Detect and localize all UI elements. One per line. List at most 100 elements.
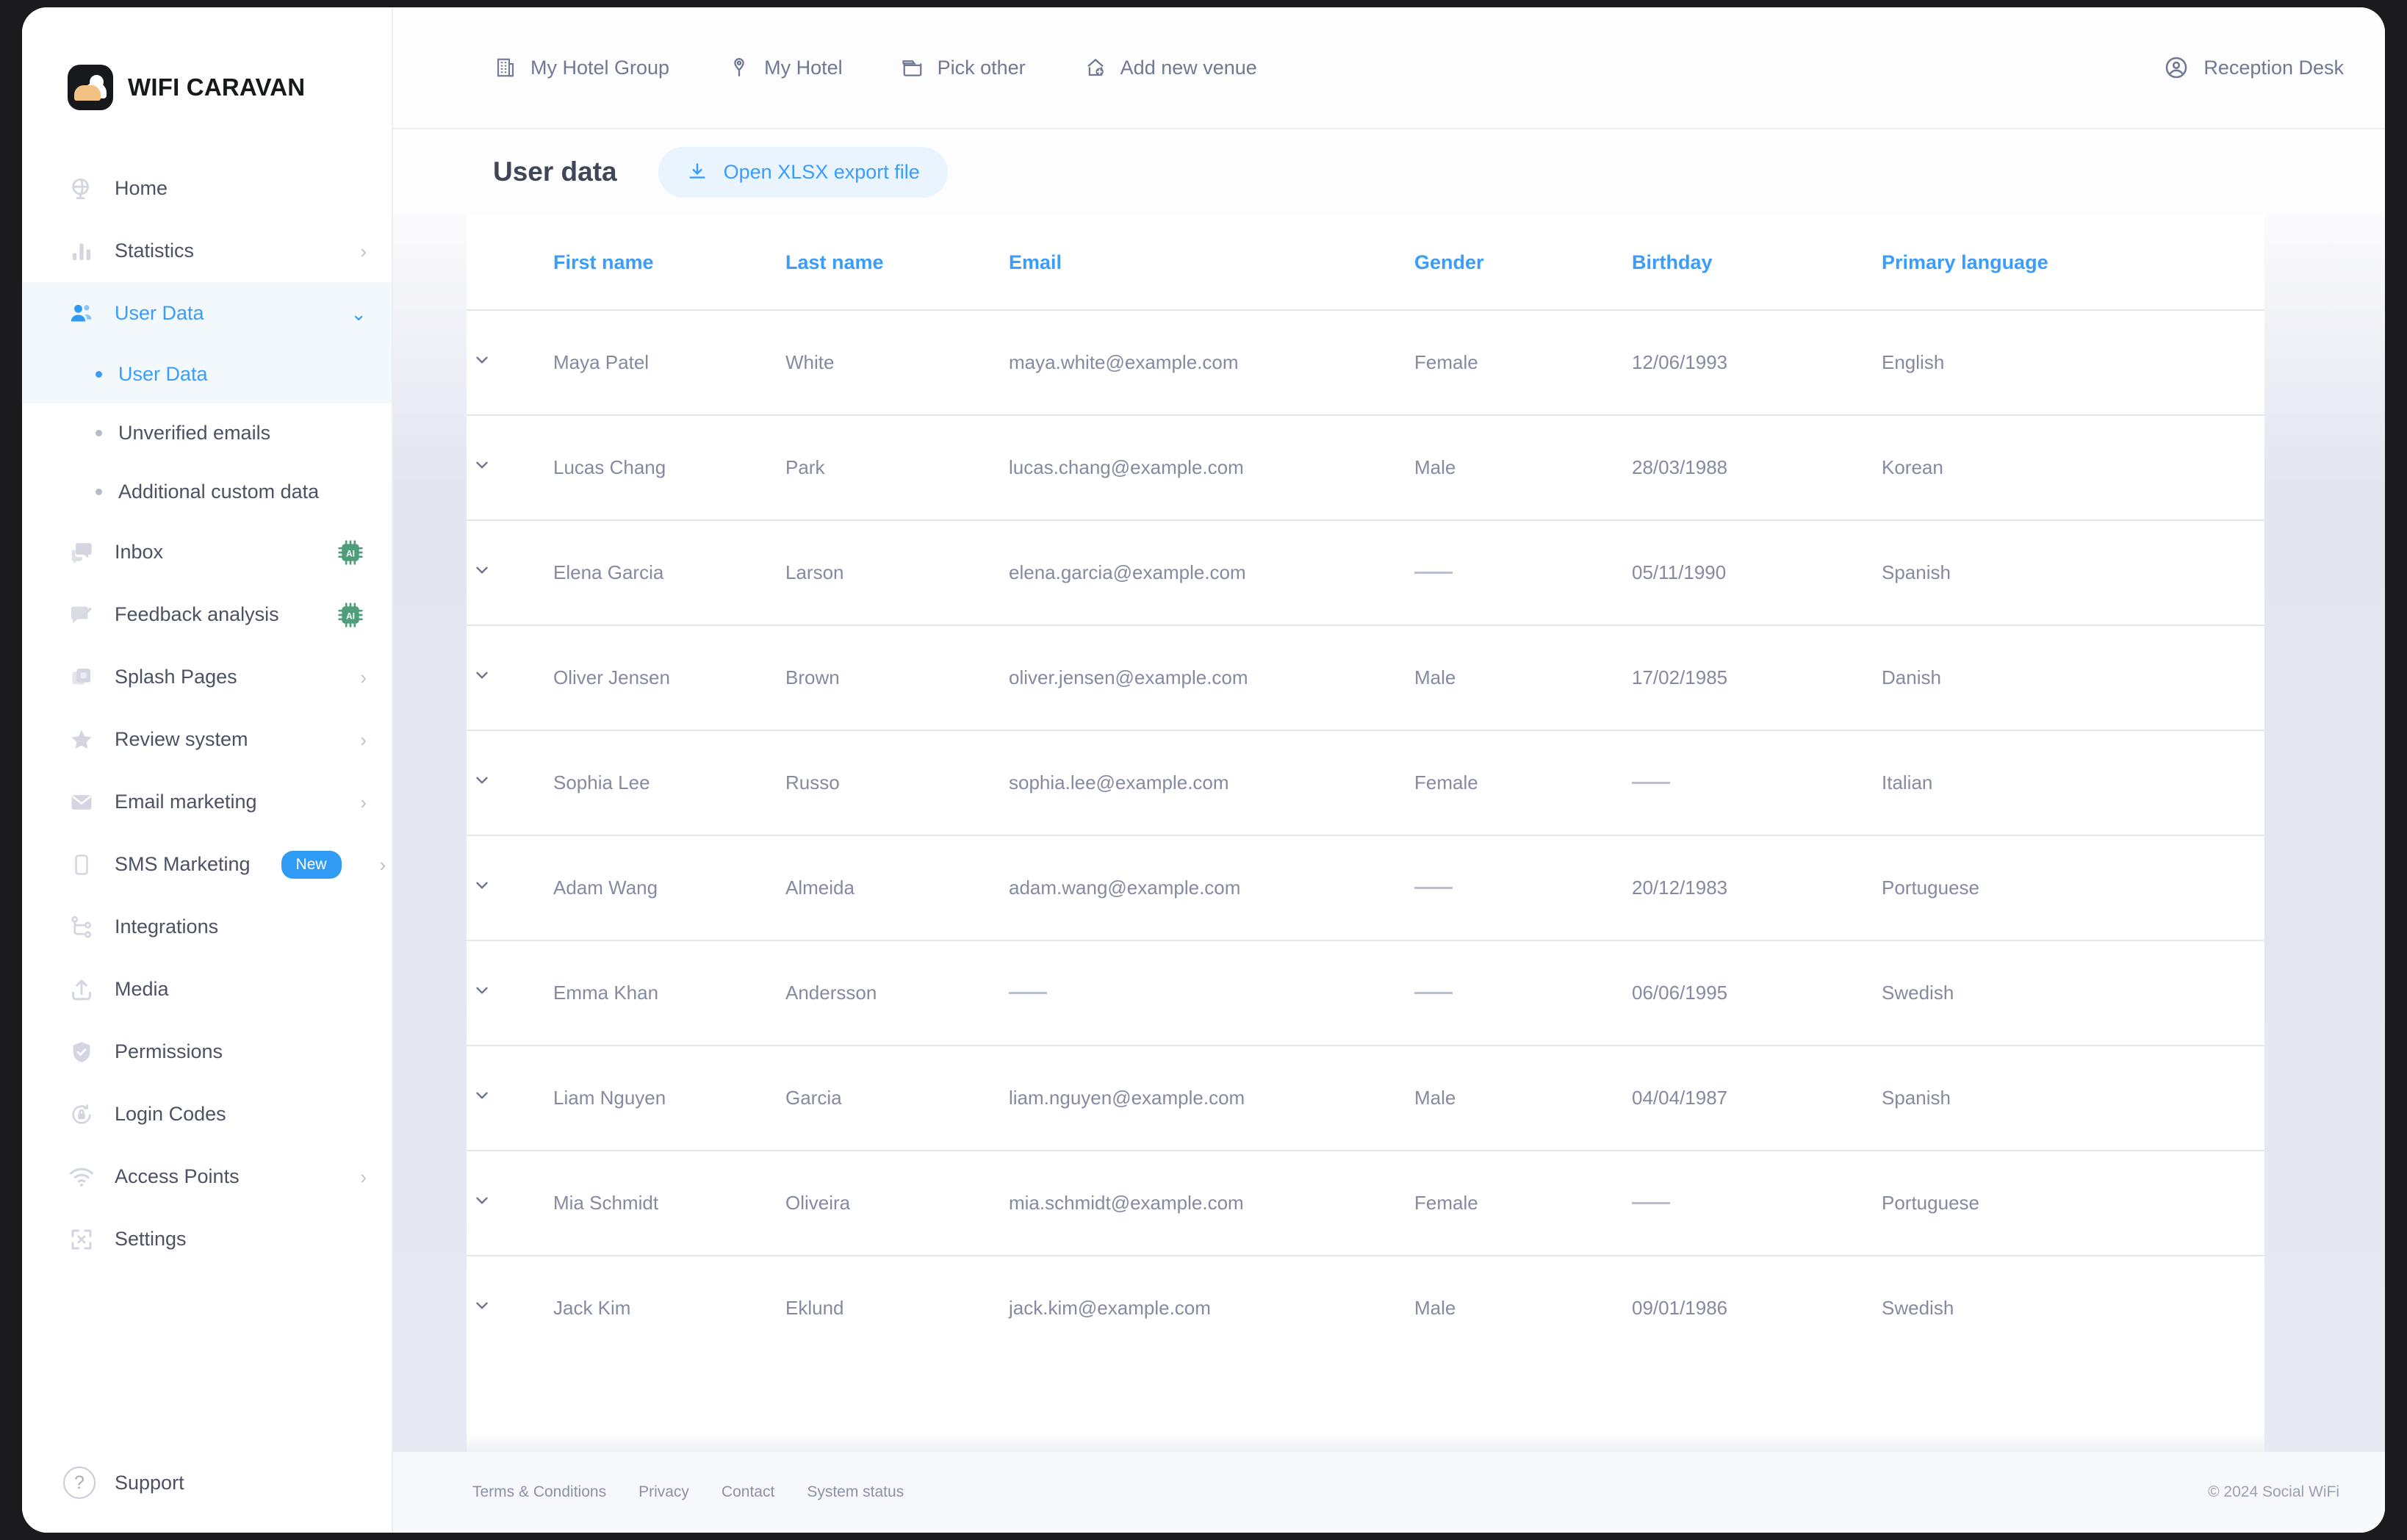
footer-link-privacy[interactable]: Privacy — [638, 1483, 689, 1501]
brand[interactable]: WIFI CARAVAN — [22, 7, 392, 157]
table-row[interactable]: Jack Kim Eklund jack.kim@example.com Male 09… — [467, 1255, 2264, 1360]
nav-add-new-venue[interactable]: Add new venue — [1083, 55, 1257, 80]
sidebar-item-access-points[interactable]: Access Points › — [22, 1145, 392, 1208]
cell-email: oliver.jensen@example.com — [1009, 625, 1414, 730]
cell-gender: Male — [1414, 625, 1632, 730]
cell-birthday: 05/11/1990 — [1632, 519, 1882, 625]
cell-expand[interactable] — [467, 1045, 553, 1151]
column-header-gender[interactable]: Gender — [1414, 215, 1632, 310]
cell-expand[interactable] — [467, 835, 553, 940]
chevron-down-icon[interactable] — [467, 1296, 492, 1315]
chevron-down-icon[interactable] — [467, 1191, 492, 1210]
table-header: First name Last name Email Gender Birthd… — [467, 215, 2264, 310]
table-row[interactable]: Elena Garcia Larson elena.garcia@example.c… — [467, 519, 2264, 625]
table-row[interactable]: Lucas Chang Park lucas.chang@example.com Ma… — [467, 414, 2264, 520]
sidebar-item-inbox[interactable]: Inbox AI — [22, 521, 392, 583]
empty-value-dash — [1632, 1202, 1670, 1205]
chevron-down-icon[interactable] — [467, 981, 492, 1000]
lock-refresh-icon — [68, 1101, 96, 1129]
cell-email: liam.nguyen@example.com — [1009, 1045, 1414, 1151]
question-circle-icon: ? — [63, 1467, 96, 1499]
download-icon — [686, 161, 708, 183]
bullet-icon — [96, 488, 102, 495]
upload-icon — [68, 976, 96, 1004]
chevron-down-icon[interactable] — [467, 1086, 492, 1105]
sidebar-item-feedback-analysis[interactable]: Feedback analysis AI — [22, 583, 392, 646]
building-icon — [493, 55, 518, 80]
open-xlsx-export-button[interactable]: Open XLSX export file — [658, 146, 948, 198]
nav-label: Add new venue — [1120, 56, 1257, 79]
nav-pick-other[interactable]: Pick other — [900, 55, 1026, 80]
sidebar-item-settings[interactable]: Settings — [22, 1208, 392, 1270]
column-header-primary-language[interactable]: Primary language — [1882, 215, 2264, 310]
sidebar-item-label: Integrations — [115, 915, 219, 938]
nav-my-hotel-group[interactable]: My Hotel Group — [493, 55, 669, 80]
cell-last-name: Almeida — [785, 835, 1009, 940]
cell-expand[interactable] — [467, 519, 553, 625]
chevron-down-icon[interactable] — [467, 456, 492, 475]
sidebar-item-home[interactable]: Home — [22, 157, 392, 220]
sidebar-subitem-additional-custom-data[interactable]: Additional custom data — [22, 462, 392, 521]
table-row[interactable]: Maya Patel White maya.white@example.com Fem… — [467, 309, 2264, 415]
empty-value-dash — [1632, 782, 1670, 785]
left-gutter — [393, 215, 467, 1452]
cell-birthday: 20/12/1983 — [1632, 835, 1882, 940]
footer-link-terms[interactable]: Terms & Conditions — [472, 1483, 606, 1501]
column-header-birthday[interactable]: Birthday — [1632, 215, 1882, 310]
cell-primary-language: Portuguese — [1882, 835, 2264, 940]
sidebar-item-support[interactable]: ? Support — [63, 1467, 392, 1499]
sidebar-item-user-data[interactable]: User Data ⌄ — [22, 282, 392, 345]
sidebar-item-label: Inbox — [115, 541, 164, 563]
account-circle-icon — [2163, 54, 2190, 81]
chevron-down-icon[interactable] — [467, 666, 492, 685]
feedback-icon — [68, 601, 96, 629]
cell-expand[interactable] — [467, 730, 553, 835]
chevron-down-icon[interactable] — [467, 771, 492, 790]
cell-birthday: 09/01/1986 — [1632, 1255, 1882, 1360]
footer-link-contact[interactable]: Contact — [722, 1483, 774, 1501]
footer-link-system-status[interactable]: System status — [807, 1483, 904, 1501]
chevron-down-icon[interactable] — [467, 561, 492, 580]
nav-my-hotel[interactable]: My Hotel — [727, 55, 843, 80]
cell-expand[interactable] — [467, 309, 553, 415]
column-header-last-name[interactable]: Last name — [785, 215, 1009, 310]
cell-birthday — [1632, 1150, 1882, 1256]
column-header-expand — [467, 215, 553, 310]
sidebar-item-email-marketing[interactable]: Email marketing › — [22, 771, 392, 833]
sidebar-item-review-system[interactable]: Review system › — [22, 708, 392, 771]
sidebar-subitem-user-data[interactable]: User Data — [22, 345, 392, 403]
chevron-down-icon[interactable] — [467, 350, 492, 370]
sidebar-item-media[interactable]: Media — [22, 958, 392, 1021]
sidebar-item-login-codes[interactable]: Login Codes — [22, 1083, 392, 1145]
cell-last-name: Brown — [785, 625, 1009, 730]
cell-expand[interactable] — [467, 1150, 553, 1256]
nav-label: My Hotel Group — [530, 56, 670, 79]
cell-expand[interactable] — [467, 414, 553, 520]
table-row[interactable]: Liam Nguyen Garcia liam.nguyen@example.com… — [467, 1045, 2264, 1151]
users-icon — [68, 300, 96, 328]
app-window: WIFI CARAVAN Home Statistics › User Data… — [22, 7, 2385, 1533]
sidebar-item-integrations[interactable]: Integrations — [22, 896, 392, 958]
table-row[interactable]: Mia Schmidt Oliveira mia.schmidt@example.c… — [467, 1150, 2264, 1256]
sidebar-subitem-unverified-emails[interactable]: Unverified emails — [22, 403, 392, 462]
table-row[interactable]: Sophia Lee Russo sophia.lee@example.com Fem… — [467, 730, 2264, 835]
table-row[interactable]: Oliver Jensen Brown oliver.jensen@example.… — [467, 625, 2264, 730]
sidebar-item-permissions[interactable]: Permissions — [22, 1021, 392, 1083]
cell-expand[interactable] — [467, 1255, 553, 1360]
cell-birthday: 28/03/1988 — [1632, 414, 1882, 520]
chevron-down-icon[interactable] — [467, 876, 492, 895]
sidebar-item-sms-marketing[interactable]: SMS Marketing New › — [22, 833, 392, 896]
cell-expand[interactable] — [467, 625, 553, 730]
venue-nav: My Hotel Group My Hotel Pick other Add n… — [493, 55, 1257, 80]
cell-gender: Male — [1414, 1255, 1632, 1360]
column-header-email[interactable]: Email — [1009, 215, 1414, 310]
expand-icon — [68, 1226, 96, 1253]
sidebar-item-splash-pages[interactable]: Splash Pages › — [22, 646, 392, 708]
user-account-button[interactable]: Reception Desk — [2163, 54, 2344, 81]
table-row[interactable]: Adam Wang Almeida adam.wang@example.com 20/… — [467, 835, 2264, 940]
table-row[interactable]: Emma Khan Andersson 06/06/1995 Swedish — [467, 940, 2264, 1046]
user-data-table-container[interactable]: First name Last name Email Gender Birthd… — [467, 215, 2264, 1452]
sidebar-item-statistics[interactable]: Statistics › — [22, 220, 392, 282]
cell-expand[interactable] — [467, 940, 553, 1046]
column-header-first-name[interactable]: First name — [553, 215, 785, 310]
